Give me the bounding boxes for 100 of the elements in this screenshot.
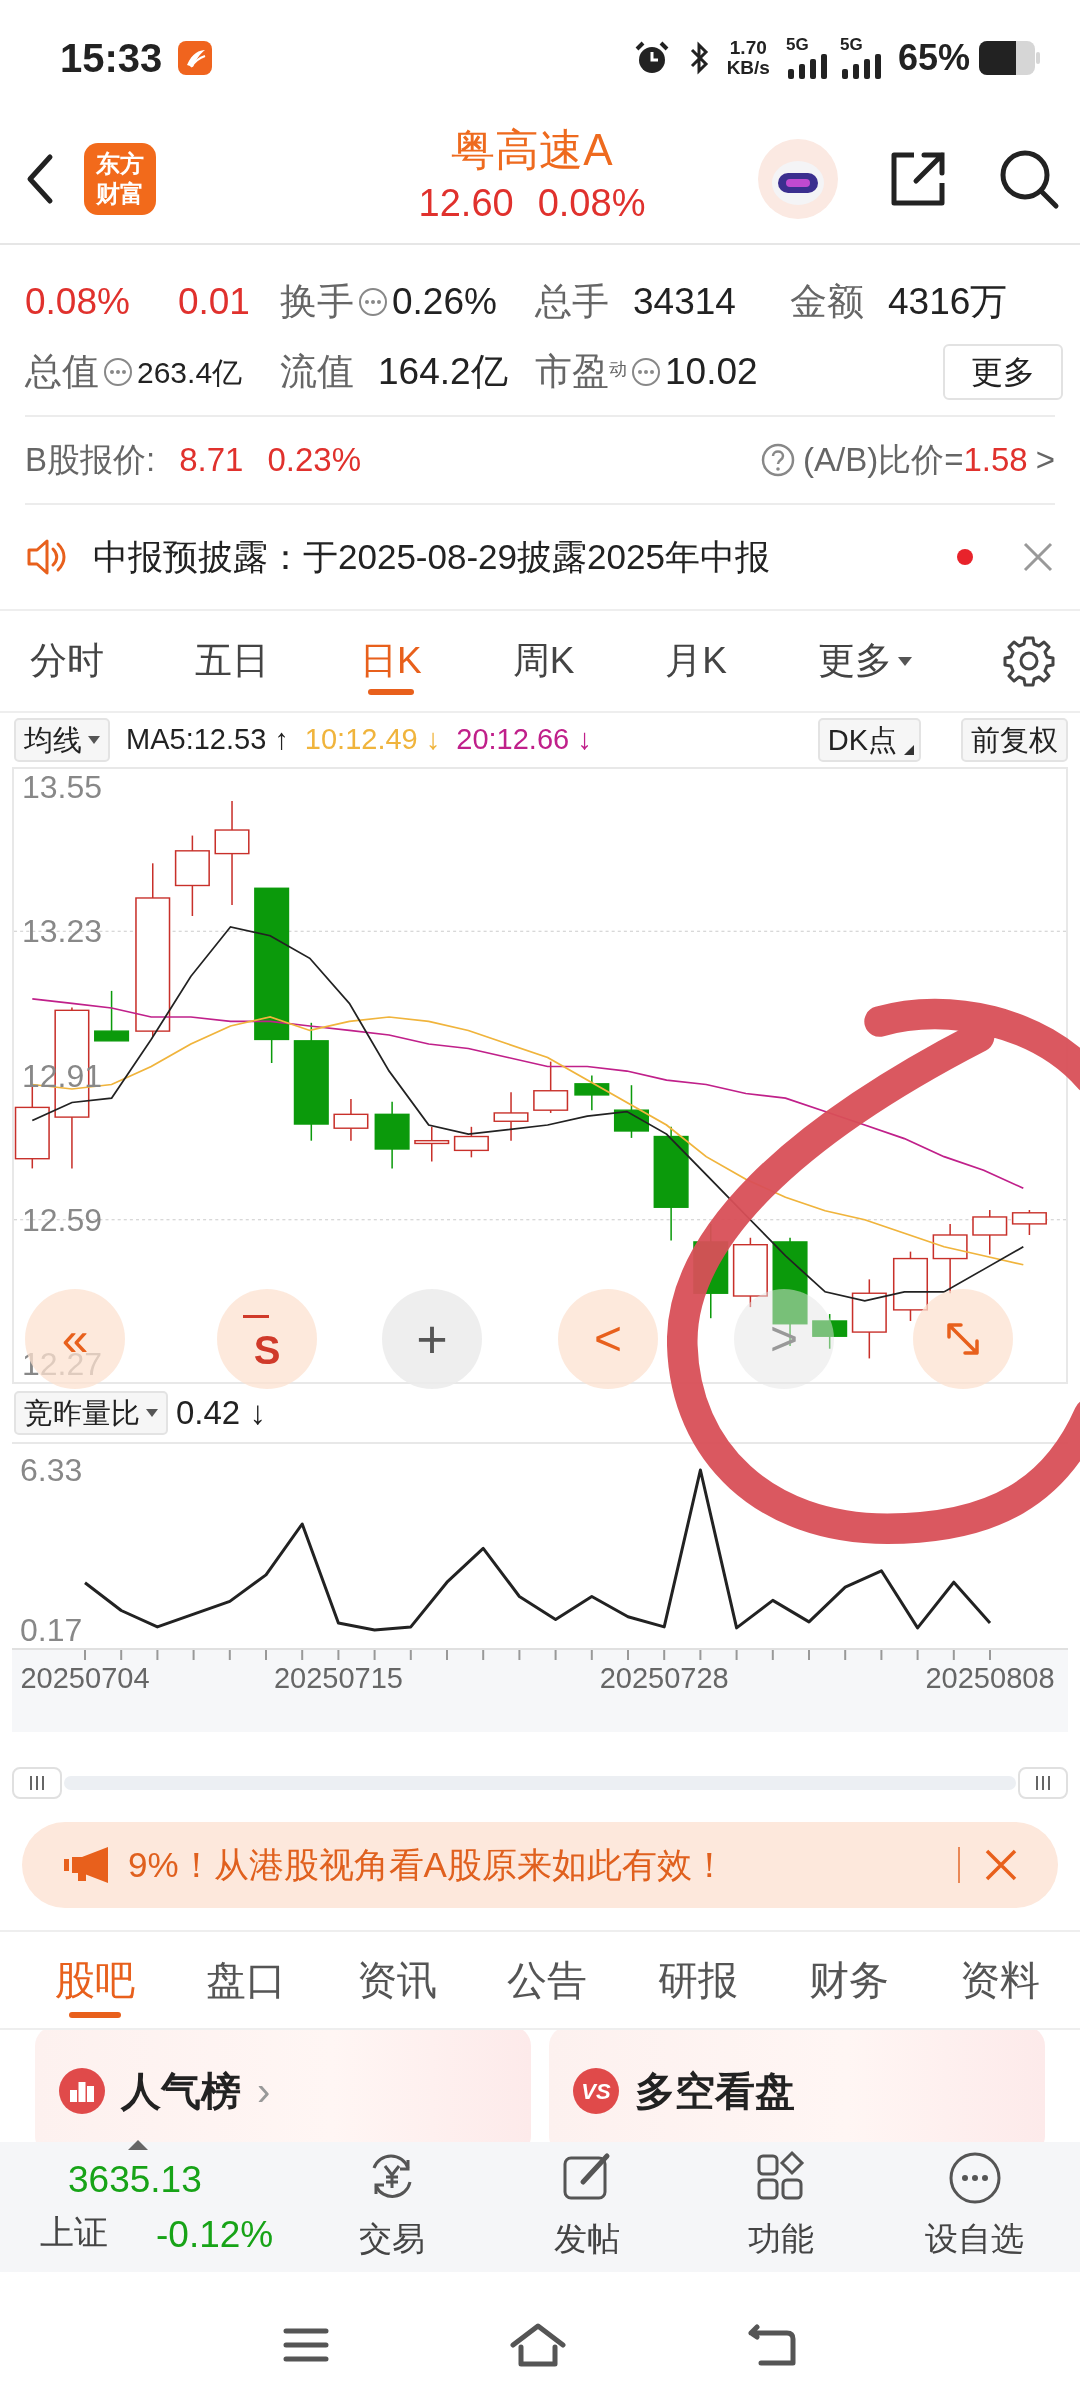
network-type: 5G — [839, 36, 864, 53]
index-name[interactable]: 上证 — [40, 2207, 108, 2263]
robot-avatar-icon[interactable] — [758, 139, 838, 219]
chart-control-button[interactable]: + — [382, 1289, 482, 1389]
change-percent: 0.08% — [25, 280, 130, 325]
ellipsis-icon[interactable] — [631, 357, 661, 387]
stat-value: 263.4亿 — [137, 354, 243, 391]
podium-icon — [59, 2068, 105, 2114]
settings-icon[interactable] — [1002, 635, 1055, 687]
corner-icon — [904, 745, 914, 755]
indicator-selector[interactable]: 竞昨量比 — [14, 1391, 168, 1435]
b-share-price: 8.71 — [179, 440, 244, 481]
chart-tab[interactable]: 分时 — [30, 611, 104, 711]
search-icon[interactable] — [998, 148, 1060, 210]
candlestick — [414, 1126, 450, 1163]
axis-label: 12.59 — [22, 1203, 103, 1236]
candlestick — [1011, 1209, 1047, 1236]
candlestick — [453, 1126, 489, 1159]
chart-tab[interactable]: 月K — [665, 611, 727, 711]
caret-icon — [898, 656, 912, 666]
indicator-value: 0.42 ↓ — [176, 1393, 266, 1434]
stat-value: 0.26% — [392, 280, 497, 325]
axis-label: 0.17 — [20, 1614, 83, 1646]
toolbar-button[interactable]: 功能 — [705, 2150, 856, 2264]
candlestick — [374, 1101, 410, 1170]
bar-icon — [243, 1315, 269, 1318]
section-tab[interactable]: 资料 — [959, 1932, 1040, 2028]
section-tab[interactable]: 研报 — [658, 1932, 739, 2028]
app-icon — [178, 40, 213, 75]
card-title: 多空看盘 — [635, 2068, 795, 2115]
feature-card[interactable]: 人气榜 › — [35, 2030, 531, 2142]
chart-control-button[interactable]: S — [217, 1289, 317, 1389]
date-label: 20250808 — [925, 1664, 1055, 1693]
section-tab[interactable]: 公告 — [507, 1932, 588, 2028]
network-speed: 1.70 — [728, 37, 768, 58]
card-title: 人气榜 — [121, 2068, 241, 2115]
more-button[interactable]: 更多 — [943, 344, 1063, 400]
candlestick — [533, 1060, 569, 1114]
dk-button[interactable]: DK点 — [817, 718, 921, 762]
network-type: 5G — [785, 36, 810, 53]
ma-value: MA5:12.53 ↑ — [126, 722, 289, 758]
chart-tab[interactable]: 周K — [512, 611, 575, 711]
section-tab[interactable]: 财务 — [809, 1932, 890, 2028]
close-icon[interactable] — [1021, 540, 1055, 574]
vs-badge: VS — [573, 2068, 619, 2114]
candlestick — [812, 1313, 848, 1350]
stat-value: 164.2亿 — [378, 350, 508, 395]
caret-icon — [128, 2139, 148, 2150]
stat-value: 4316万 — [888, 280, 1008, 325]
candlestick — [614, 1084, 649, 1139]
stat-label: 总值 — [25, 350, 99, 395]
adjust-button[interactable]: 前复权 — [961, 718, 1068, 762]
b-share-label: B股报价: — [25, 440, 156, 481]
network-speed-unit: KB/s — [726, 57, 770, 78]
change-amount: 0.01 — [177, 280, 250, 325]
home-icon[interactable] — [509, 2322, 567, 2367]
caret-icon — [88, 736, 100, 744]
stock-title: 粤高速A — [451, 126, 613, 175]
date-label: 20250704 — [20, 1664, 150, 1693]
candlestick — [972, 1209, 1008, 1256]
candlestick — [893, 1250, 928, 1322]
stat-label: 流值 — [280, 350, 354, 395]
scroll-handle[interactable] — [12, 1767, 62, 1799]
help-icon[interactable] — [761, 443, 796, 477]
header-change: 0.08% — [537, 180, 646, 226]
caret-icon — [146, 1409, 158, 1417]
chevron-icon: › — [257, 2061, 271, 2121]
section-tab[interactable]: 资讯 — [356, 1932, 437, 2028]
ma-value: 10:12.49 ↓ — [304, 722, 441, 758]
scroll-handle[interactable] — [1018, 1767, 1068, 1799]
date-label: 20250715 — [273, 1664, 403, 1693]
axis-label: 6.33 — [20, 1454, 83, 1486]
ratio-value: 1.58 — [963, 440, 1028, 481]
candlestick — [333, 1098, 369, 1142]
battery-percentage: 65% — [897, 35, 970, 80]
axis-label: 13.55 — [22, 771, 103, 803]
chart-tab[interactable]: 更多 — [818, 611, 912, 711]
stat-label: 换手 — [280, 280, 354, 325]
notice-text[interactable]: 中报预披露：于2025-08-29披露2025年中报 — [93, 530, 957, 584]
feature-card[interactable]: VS 多空看盘 — [549, 2030, 1045, 2142]
toolbar-button[interactable]: 设自选 — [900, 2150, 1050, 2264]
section-tab[interactable]: 盘口 — [205, 1932, 286, 2028]
date-label: 20250728 — [599, 1664, 729, 1693]
axis-label: 13.23 — [22, 915, 103, 948]
toolbar-button[interactable]: 发帖 — [511, 2150, 662, 2264]
battery-icon — [978, 39, 1040, 76]
candlestick — [493, 1091, 529, 1142]
candlestick — [732, 1237, 768, 1308]
stat-value: 10.02 — [665, 350, 758, 395]
ellipsis-icon[interactable] — [358, 287, 388, 317]
stat-label: 总手 — [535, 280, 609, 325]
ellipsis-icon[interactable] — [103, 357, 133, 387]
close-icon[interactable] — [984, 1848, 1018, 1882]
ma-selector[interactable]: 均线 — [14, 718, 110, 762]
toolbar-button[interactable]: 交易 — [317, 2150, 468, 2264]
back-icon[interactable] — [747, 2322, 797, 2367]
chart-tab[interactable]: 五日 — [195, 611, 269, 711]
chevron-icon[interactable]: > — [1035, 435, 1055, 485]
stat-label: 金额 — [790, 280, 864, 325]
status-time: 15:33 — [60, 34, 163, 82]
